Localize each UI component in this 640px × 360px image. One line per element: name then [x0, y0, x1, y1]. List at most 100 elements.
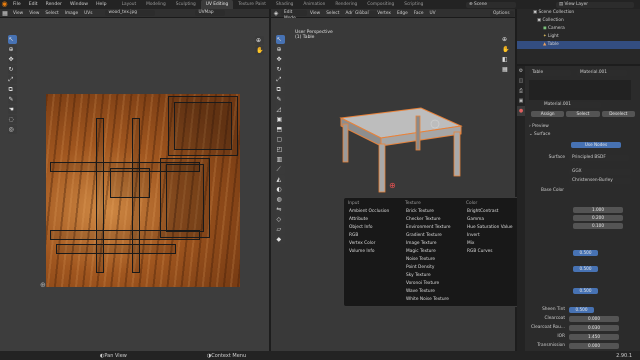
- distribution-dropdown[interactable]: GGX: [569, 169, 631, 175]
- deselect-button[interactable]: Deselect: [601, 111, 635, 117]
- grab-tool-icon[interactable]: ☚: [7, 105, 17, 114]
- object-tab-icon[interactable]: ▣: [517, 96, 525, 106]
- scene-collection-row[interactable]: ▣ Scene Collection: [517, 9, 640, 17]
- grid-view-icon[interactable]: ▦: [501, 65, 510, 74]
- popup-item[interactable]: Sky Texture: [401, 272, 461, 280]
- popup-item[interactable]: Object Info: [344, 224, 400, 232]
- 3d-cursor-icon[interactable]: ⊕: [389, 181, 396, 190]
- outliner-row[interactable]: ▣ Collection: [517, 17, 640, 25]
- select-tool-icon[interactable]: ↖: [7, 35, 17, 44]
- loop-cut-icon[interactable]: ▥: [275, 155, 285, 164]
- zoom-icon[interactable]: ⊕: [501, 35, 510, 44]
- table-mesh[interactable]: [321, 98, 471, 198]
- sheen-tint-field[interactable]: 0.500: [569, 307, 594, 313]
- uv-map-selector[interactable]: UVMap: [195, 10, 226, 16]
- outliner-row[interactable]: ✦ Light: [517, 33, 640, 41]
- cursor-icon[interactable]: ⊕: [275, 45, 285, 54]
- popup-item[interactable]: RGB Curves: [462, 248, 522, 256]
- uv-island[interactable]: [56, 244, 176, 254]
- blender-logo-icon[interactable]: ◉: [0, 0, 9, 9]
- surface-shader-dropdown[interactable]: Principled BSDF: [569, 155, 629, 161]
- output-tab-icon[interactable]: ⎙: [517, 86, 525, 96]
- rotate-icon[interactable]: ↻: [275, 65, 285, 74]
- scale-icon[interactable]: ⤢: [275, 75, 285, 84]
- vp-menu-edge[interactable]: Edge: [394, 9, 411, 18]
- material-slot-name[interactable]: Material.001: [577, 70, 627, 76]
- tab-sculpting[interactable]: Sculpting: [171, 0, 201, 9]
- image-name-field[interactable]: wood_tex.jpg: [105, 10, 156, 16]
- popup-item[interactable]: Invert: [462, 232, 522, 240]
- vp-menu-view[interactable]: View: [307, 9, 323, 18]
- outliner-row-selected[interactable]: ▲ Table: [517, 41, 640, 49]
- shear-icon[interactable]: ▱: [275, 225, 285, 234]
- ior-field[interactable]: 1.450: [569, 334, 619, 340]
- transform-icon[interactable]: ⧉: [275, 85, 285, 94]
- select-button[interactable]: Select: [566, 111, 600, 117]
- measure-icon[interactable]: ◿: [275, 105, 285, 114]
- material-tab-icon[interactable]: ●: [517, 106, 525, 116]
- value-field[interactable]: 1.000: [573, 207, 623, 213]
- edge-slide-icon[interactable]: ⇋: [275, 205, 285, 214]
- pinch-tool-icon[interactable]: ◎: [7, 125, 17, 134]
- use-nodes-button[interactable]: Use Nodes: [571, 142, 621, 148]
- pan-hand-icon[interactable]: ✋: [501, 45, 510, 54]
- uv-menu-uvs[interactable]: UVs: [81, 9, 95, 18]
- editor-type-icon[interactable]: ▦: [0, 10, 10, 17]
- subsurface-method-dropdown[interactable]: Christensen-Burley: [569, 178, 631, 184]
- render-tab-icon[interactable]: ◫: [517, 76, 525, 86]
- popup-item[interactable]: White Noise Texture: [401, 296, 461, 304]
- popup-item[interactable]: Image Texture: [401, 240, 461, 248]
- value-field[interactable]: 0.100: [573, 223, 623, 229]
- options-dropdown[interactable]: Options: [490, 11, 514, 17]
- scene-selector[interactable]: ⊛ Scene: [466, 1, 516, 8]
- popup-item[interactable]: Checker Texture: [401, 216, 461, 224]
- popup-item[interactable]: Vertex Color: [344, 240, 400, 248]
- spin-icon[interactable]: ◐: [275, 185, 285, 194]
- pan-hand-icon[interactable]: ✋: [255, 46, 264, 55]
- zoom-icon[interactable]: ⊕: [255, 36, 264, 45]
- annotate-tool-icon[interactable]: ✎: [7, 95, 17, 104]
- popup-item[interactable]: Noise Texture: [401, 256, 461, 264]
- popup-item[interactable]: Magic Texture: [401, 248, 461, 256]
- object-name-field[interactable]: Table: [529, 70, 571, 76]
- popup-item[interactable]: Gradient Texture: [401, 232, 461, 240]
- clearcoat-roughness-field[interactable]: 0.030: [569, 325, 619, 331]
- popup-item[interactable]: Gamma: [462, 216, 522, 224]
- uv-mode-dropdown[interactable]: View: [10, 9, 26, 18]
- bevel-icon[interactable]: ◰: [275, 145, 285, 154]
- material-slot-list[interactable]: [529, 80, 631, 100]
- inset-icon[interactable]: ▢: [275, 135, 285, 144]
- surface-panel-header[interactable]: ⌄ Surface: [529, 131, 550, 139]
- tab-modeling[interactable]: Modeling: [141, 0, 171, 9]
- transform-orientation-dropdown[interactable]: Global: [352, 11, 378, 17]
- slider-field[interactable]: 0.500: [573, 288, 598, 294]
- scale-tool-icon[interactable]: ⤢: [7, 75, 17, 84]
- slider-field[interactable]: 0.500: [573, 266, 598, 272]
- move-icon[interactable]: ✥: [275, 55, 285, 64]
- preview-panel-header[interactable]: › Preview: [529, 123, 549, 131]
- uv-island[interactable]: [174, 102, 232, 150]
- uv-editor-canvas[interactable]: ↖ ⊕ ✥ ↻ ⤢ ⧉ ✎ ☚ ◌ ◎ ⊕ ✋ ⊕: [0, 18, 269, 351]
- tab-shading[interactable]: Shading: [271, 0, 298, 9]
- popup-item[interactable]: BrightContrast: [462, 208, 522, 216]
- 2d-cursor-icon[interactable]: ⊕: [40, 281, 46, 289]
- annotate-icon[interactable]: ✎: [275, 95, 285, 104]
- vp-menu-uv[interactable]: UV: [426, 9, 438, 18]
- smooth-icon[interactable]: ◍: [275, 195, 285, 204]
- vp-menu-face[interactable]: Face: [411, 9, 427, 18]
- vp-menu-select[interactable]: Select: [323, 9, 342, 18]
- transform-tool-icon[interactable]: ⧉: [7, 85, 17, 94]
- popup-item[interactable]: RGB: [344, 232, 400, 240]
- view-layer-selector[interactable]: ▤ View Layer: [556, 1, 634, 8]
- poly-build-icon[interactable]: ◭: [275, 175, 285, 184]
- rip-icon[interactable]: ◆: [275, 235, 285, 244]
- transmission-field[interactable]: 0.000: [569, 343, 619, 349]
- popup-item[interactable]: Wave Texture: [401, 288, 461, 296]
- relax-tool-icon[interactable]: ◌: [7, 115, 17, 124]
- tab-texture-paint[interactable]: Texture Paint: [233, 0, 271, 9]
- popup-item[interactable]: Brick Texture: [401, 208, 461, 216]
- value-field[interactable]: 0.200: [573, 215, 623, 221]
- uv-island[interactable]: [110, 168, 150, 198]
- camera-view-icon[interactable]: ◧: [501, 55, 510, 64]
- tab-layout[interactable]: Layout: [117, 0, 142, 9]
